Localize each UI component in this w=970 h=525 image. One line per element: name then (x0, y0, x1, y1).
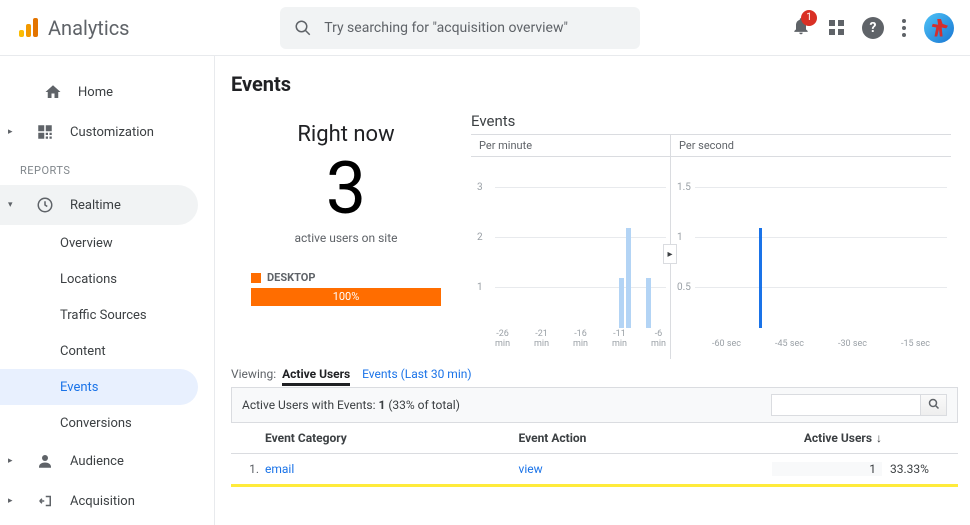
active-user-count: 3 (231, 153, 461, 225)
info-prefix: Active Users with Events: (242, 398, 378, 412)
analytics-logo-icon (16, 16, 40, 40)
col-event-category[interactable]: Event Category (265, 431, 519, 445)
right-now-panel: Right now 3 active users on site DESKTOP… (231, 112, 461, 359)
x-axis-labels: -60 sec-45 sec-30 sec-15 sec (695, 340, 947, 350)
x-axis-labels: -26min-21min-16min-11min-6min (495, 330, 666, 350)
legend-swatch (251, 273, 261, 283)
tab-active-users[interactable]: Active Users (282, 367, 350, 386)
apps-icon[interactable] (829, 20, 844, 35)
sidebar: Home Customization REPORTS Realtime Over… (0, 56, 215, 525)
table-row: 1. email view 1 33.33% (231, 454, 958, 487)
info-pct: (33% of total) (385, 398, 460, 412)
col-active-users[interactable]: Active Users↓ (772, 431, 882, 445)
row-index: 1. (237, 462, 265, 476)
nav-label: Audience (70, 454, 124, 469)
page-title: Events (231, 72, 958, 96)
cell-active-users: 1 (772, 462, 882, 476)
avatar[interactable] (924, 13, 954, 43)
customization-icon (36, 123, 54, 141)
person-icon (36, 452, 54, 470)
app-header: Analytics Try searching for "acquisition… (0, 0, 970, 56)
sort-desc-icon: ↓ (876, 431, 882, 445)
search-placeholder: Try searching for "acquisition overview" (324, 20, 568, 36)
device-bar: 100% (251, 288, 441, 306)
info-bar: Active Users with Events: 1 (33% of tota… (231, 387, 958, 423)
per-minute-chart: Per minute 3 2 1 -26min-21min-16min-11mi… (471, 134, 671, 359)
sidebar-item-realtime[interactable]: Realtime (0, 185, 198, 225)
nav-label: Realtime (70, 198, 121, 213)
search-input[interactable]: Try searching for "acquisition overview" (280, 7, 640, 49)
logo-wrap[interactable]: Analytics (16, 16, 130, 40)
sidebar-item-home[interactable]: Home (0, 72, 214, 112)
chart-header: Per second (671, 134, 951, 157)
tab-events-last30[interactable]: Events (Last 30 min) (362, 367, 471, 381)
nav-label: Acquisition (70, 494, 135, 509)
home-icon (44, 83, 62, 101)
notif-badge: 1 (801, 10, 817, 26)
events-panel-title: Events (471, 112, 958, 130)
more-icon[interactable] (902, 19, 906, 37)
chart-header: Per minute (471, 134, 670, 157)
sidebar-item-audience[interactable]: Audience (0, 441, 214, 481)
search-icon (928, 398, 940, 410)
subnav-content[interactable]: Content (60, 333, 214, 369)
acquisition-icon (36, 492, 54, 510)
expand-chart-button[interactable]: ▸ (663, 244, 677, 264)
help-icon[interactable]: ? (862, 17, 884, 39)
notifications-button[interactable]: 1 (791, 16, 811, 40)
active-users-label: active users on site (231, 231, 461, 245)
device-legend: DESKTOP (231, 271, 461, 284)
events-charts-panel: Events Per minute 3 2 1 -26min-21min- (471, 112, 958, 359)
cell-event-action[interactable]: view (519, 462, 773, 476)
clock-icon (36, 196, 54, 214)
search-icon (294, 19, 312, 37)
subnav-traffic[interactable]: Traffic Sources (60, 297, 214, 333)
sidebar-item-acquisition[interactable]: Acquisition (0, 481, 214, 521)
section-label-reports: REPORTS (0, 152, 214, 185)
subnav-events[interactable]: Events (0, 369, 198, 405)
filter-search-button[interactable] (921, 394, 947, 416)
viewing-label: Viewing: (231, 367, 276, 381)
device-label: DESKTOP (267, 271, 315, 284)
table-header: Event Category Event Action Active Users… (231, 423, 958, 454)
subnav-overview[interactable]: Overview (60, 225, 214, 261)
nav-label: Home (78, 85, 113, 100)
cell-percent: 33.33% (882, 462, 952, 476)
avatar-image (930, 19, 948, 37)
subnav-conversions[interactable]: Conversions (60, 405, 214, 441)
main-content: Events Right now 3 active users on site … (215, 56, 970, 525)
viewing-tabs: Viewing: Active Users Events (Last 30 mi… (231, 367, 958, 381)
right-now-title: Right now (231, 122, 461, 147)
nav-label: Customization (70, 125, 154, 140)
filter-input[interactable] (771, 394, 921, 416)
subnav-locations[interactable]: Locations (60, 261, 214, 297)
sidebar-item-behavior[interactable]: Behavior (0, 521, 214, 525)
sidebar-item-customization[interactable]: Customization (0, 112, 214, 152)
per-second-chart: Per second 1.5 1 0.5 -60 sec-45 sec-30 s… (671, 134, 951, 359)
cell-event-category[interactable]: email (265, 462, 519, 476)
col-event-action[interactable]: Event Action (519, 431, 773, 445)
app-title: Analytics (48, 16, 130, 40)
